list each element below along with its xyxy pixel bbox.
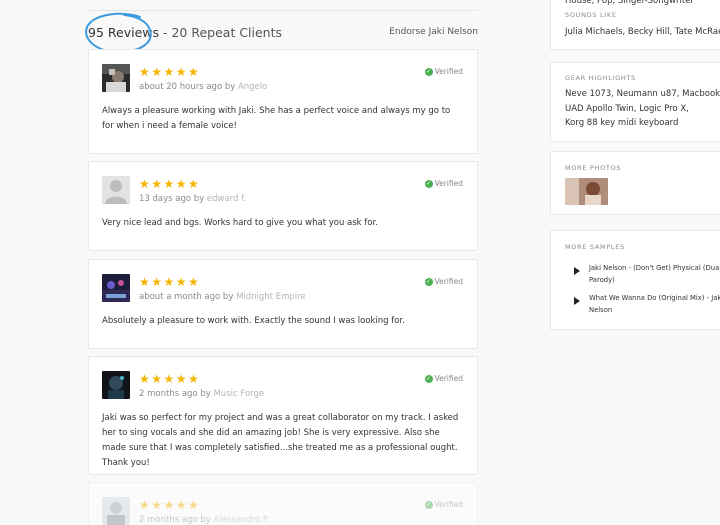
verified-badge: ✓ Verified <box>424 179 463 188</box>
star-rating: ★★★★★ <box>139 275 201 289</box>
sample-title[interactable]: What We Wanna Do (Original Mix) - Jaki N… <box>589 292 720 316</box>
more-photos-card: MORE PHOTOS <box>550 151 720 215</box>
review-time: 2 months ago by <box>139 389 214 399</box>
gear-label: GEAR HIGHLIGHTS <box>565 74 636 82</box>
avatar[interactable] <box>102 497 130 525</box>
avatar[interactable] <box>102 371 130 399</box>
reviews-header: 95 Reviews - 20 Repeat Clients Endorse J… <box>85 12 478 54</box>
check-icon: ✓ <box>424 67 433 76</box>
sample-title[interactable]: Jaki Nelson - (Don't Get) Physical (Dua … <box>589 262 720 286</box>
review-text: Jaki was so perfect for my project and w… <box>102 413 459 468</box>
gear-line: Neve 1073, Neumann u87, Macbook Pro, <box>565 89 720 99</box>
reviews-summary: 95 Reviews - 20 Repeat Clients <box>88 25 282 40</box>
review-meta: 2 months ago by Alessandro P. <box>139 515 269 525</box>
star-rating: ★★★★★ <box>139 65 201 79</box>
avatar[interactable] <box>102 274 130 302</box>
verified-badge: ✓ Verified <box>424 67 463 76</box>
verified-label: Verified <box>434 179 463 188</box>
verified-label: Verified <box>434 67 463 76</box>
review-meta: about a month ago by Midnight Empire <box>139 292 306 302</box>
review-time: about 20 hours ago by <box>139 82 238 92</box>
sample-item[interactable]: Jaki Nelson - (Don't Get) Physical (Dua … <box>565 262 720 286</box>
check-icon: ✓ <box>424 500 433 509</box>
sounds-like-list: Julia Michaels, Becky Hill, Tate McRae <box>565 27 720 37</box>
review-card: ★★★★★ 13 days ago by edward f. ✓ Verified… <box>88 161 478 251</box>
verified-badge: ✓ Verified <box>424 500 463 509</box>
gear-line: UAD Apollo Twin, Logic Pro X, <box>565 104 689 114</box>
review-text: Always a pleasure working with Jaki. She… <box>102 106 451 131</box>
gear-line: Korg 88 key midi keyboard <box>565 118 679 128</box>
repeat-clients-count: 20 Repeat Clients <box>171 25 283 40</box>
review-author-link[interactable]: Angelo <box>238 82 267 92</box>
photos-label: MORE PHOTOS <box>565 164 622 172</box>
top-divider <box>88 10 478 11</box>
play-icon[interactable] <box>574 267 580 275</box>
photo-thumbnail[interactable] <box>565 178 608 205</box>
verified-label: Verified <box>434 277 463 286</box>
sounds-like-card: House, Pop, Singer-Songwriter SOUNDS LIK… <box>550 0 720 50</box>
avatar-placeholder[interactable] <box>102 176 130 204</box>
review-author-link[interactable]: Midnight Empire <box>236 292 306 302</box>
review-card: ★★★★★ about 20 hours ago by Angelo ✓ Veri… <box>88 49 478 154</box>
sounds-like-label: SOUNDS LIKE <box>565 11 617 19</box>
review-card: ★★★★★ about a month ago by Midnight Empi… <box>88 259 478 349</box>
genres-list: House, Pop, Singer-Songwriter <box>565 0 694 6</box>
review-card: ★★★★★ 2 months ago by Alessandro P. ✓ Ver… <box>88 482 478 525</box>
verified-label: Verified <box>434 500 463 509</box>
star-rating: ★★★★★ <box>139 372 201 386</box>
verified-badge: ✓ Verified <box>424 277 463 286</box>
sample-item[interactable]: What We Wanna Do (Original Mix) - Jaki N… <box>565 292 720 316</box>
verified-badge: ✓ Verified <box>424 374 463 383</box>
check-icon: ✓ <box>424 374 433 383</box>
check-icon: ✓ <box>424 277 433 286</box>
review-meta: 13 days ago by edward f. <box>139 194 246 204</box>
review-card: ★★★★★ 2 months ago by Music Forge ✓ Verif… <box>88 356 478 475</box>
review-time: 13 days ago by <box>139 194 207 204</box>
avatar[interactable] <box>102 64 130 92</box>
reviews-count[interactable]: 95 Reviews <box>88 25 159 40</box>
review-author-link[interactable]: Music Forge <box>213 389 264 399</box>
review-text: Very nice lead and bgs. Works hard to gi… <box>102 218 378 228</box>
gear-highlights-card: GEAR HIGHLIGHTS Neve 1073, Neumann u87, … <box>550 62 720 142</box>
review-time: 2 months ago by <box>139 515 214 525</box>
review-author-link[interactable]: Alessandro P. <box>213 515 269 525</box>
play-icon[interactable] <box>574 297 580 305</box>
star-rating: ★★★★★ <box>139 498 201 512</box>
review-text: Absolutely a pleasure to work with. Exac… <box>102 316 405 326</box>
check-icon: ✓ <box>424 179 433 188</box>
summary-separator: - <box>159 25 172 40</box>
samples-label: MORE SAMPLES <box>565 243 625 251</box>
star-rating: ★★★★★ <box>139 177 201 191</box>
review-meta: 2 months ago by Music Forge <box>139 389 264 399</box>
review-meta: about 20 hours ago by Angelo <box>139 82 267 92</box>
more-samples-card: MORE SAMPLES Jaki Nelson - (Don't Get) P… <box>550 230 720 330</box>
review-author-link[interactable]: edward f. <box>207 194 246 204</box>
endorse-link[interactable]: Endorse Jaki Nelson <box>389 27 478 37</box>
review-time: about a month ago by <box>139 292 237 302</box>
verified-label: Verified <box>434 374 463 383</box>
